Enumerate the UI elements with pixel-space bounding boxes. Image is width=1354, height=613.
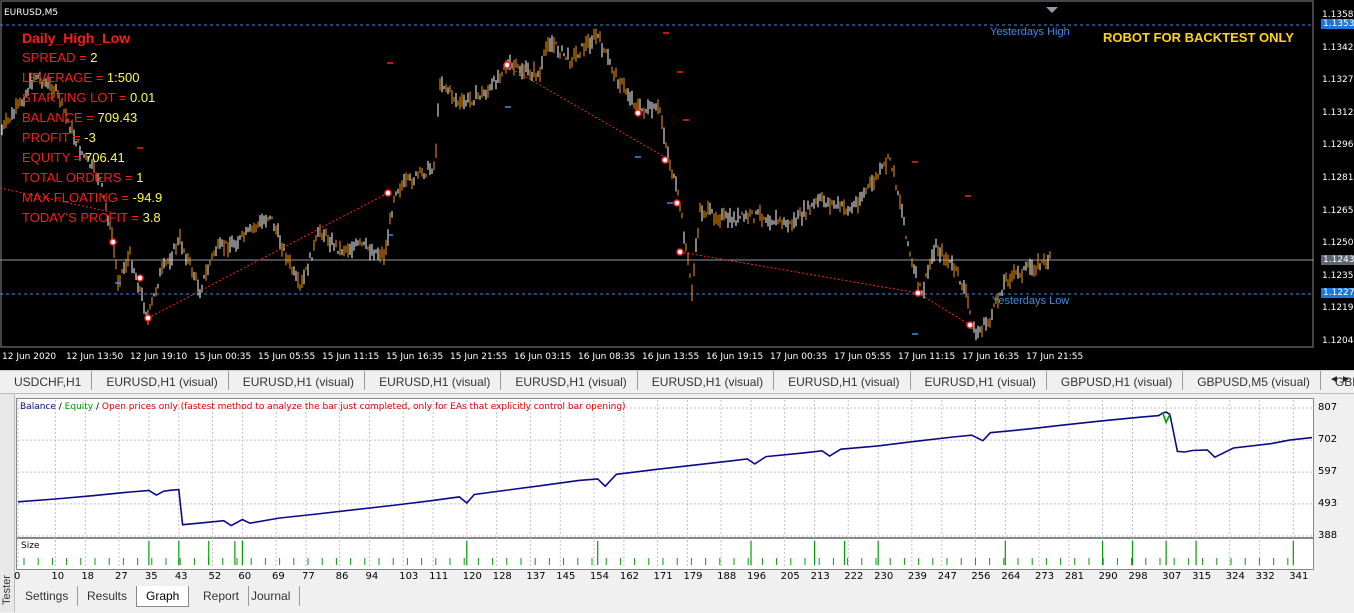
x-tick-label: 0	[14, 571, 21, 582]
y-tick-label: 388	[1318, 530, 1338, 541]
tester-tab-graph[interactable]: Graph	[136, 586, 190, 607]
x-tick-label: 298	[1128, 571, 1148, 582]
x-tick-label: 179	[683, 571, 703, 582]
x-tick-label: 205	[780, 571, 800, 582]
x-tick-label: 145	[556, 571, 576, 582]
x-tick-label: 307	[1162, 571, 1182, 582]
x-tick-label: 52	[208, 571, 222, 582]
x-tick-label: 281	[1064, 571, 1084, 582]
legend-balance: Balance	[20, 402, 56, 412]
size-label: Size	[21, 541, 40, 551]
x-tick-label: 162	[619, 571, 639, 582]
x-tick-label: 213	[810, 571, 830, 582]
x-tick-label: 154	[589, 571, 610, 582]
x-tick-label: 35	[144, 571, 158, 582]
x-tick-label: 188	[717, 571, 737, 582]
tester-tab-journal[interactable]: Journal	[242, 586, 301, 606]
x-tick-label: 94	[365, 571, 379, 582]
x-tick-label: 60	[238, 571, 252, 582]
x-tick-label: 341	[1289, 571, 1309, 582]
graph-legend: Balance / Equity / Open prices only (fas…	[20, 402, 626, 412]
x-tick-label: 111	[429, 571, 449, 582]
x-tick-label: 273	[1034, 571, 1055, 582]
x-tick-label: 43	[174, 571, 188, 582]
x-tick-label: 247	[937, 571, 957, 582]
y-tick-label: 702	[1318, 434, 1338, 446]
x-tick-label: 103	[399, 571, 419, 582]
x-tick-label: 256	[971, 571, 991, 582]
legend-mode: Open prices only (fastest method to anal…	[101, 402, 626, 412]
x-tick-label: 86	[335, 571, 349, 582]
x-tick-label: 171	[653, 571, 673, 582]
x-tick-label: 332	[1255, 571, 1275, 582]
tester-tab-results[interactable]: Results	[78, 586, 138, 606]
tester-tab-report[interactable]: Report	[194, 586, 250, 606]
legend-sep-1: /	[55, 402, 65, 412]
x-tick-label: 27	[114, 571, 128, 582]
x-tick-label: 137	[526, 571, 546, 582]
x-tick-label: 264	[1001, 571, 1021, 582]
x-tick-label: 10	[51, 571, 65, 582]
legend-equity: Equity	[64, 402, 94, 412]
x-tick-label: 69	[272, 571, 285, 582]
x-tick-label: 196	[747, 571, 767, 582]
x-tick-label: 324	[1225, 571, 1245, 582]
x-tick-label: 239	[907, 571, 927, 582]
x-tick-label: 120	[462, 571, 482, 582]
x-tick-label: 18	[81, 571, 95, 582]
x-tick-label: 222	[844, 571, 864, 582]
tester-tab-settings[interactable]: Settings	[16, 586, 79, 606]
y-tick-label: 597	[1318, 466, 1338, 478]
x-tick-label: 290	[1098, 571, 1118, 582]
y-tick-label: 807	[1318, 402, 1338, 413]
x-tick-label: 230	[874, 571, 894, 582]
tester-chart-svg	[17, 400, 1313, 568]
x-tick-label: 77	[301, 571, 315, 582]
x-tick-label: 128	[492, 571, 512, 582]
legend-sep-2: /	[93, 402, 102, 412]
y-tick-label: 493	[1318, 497, 1338, 509]
x-tick-label: 315	[1192, 571, 1212, 582]
